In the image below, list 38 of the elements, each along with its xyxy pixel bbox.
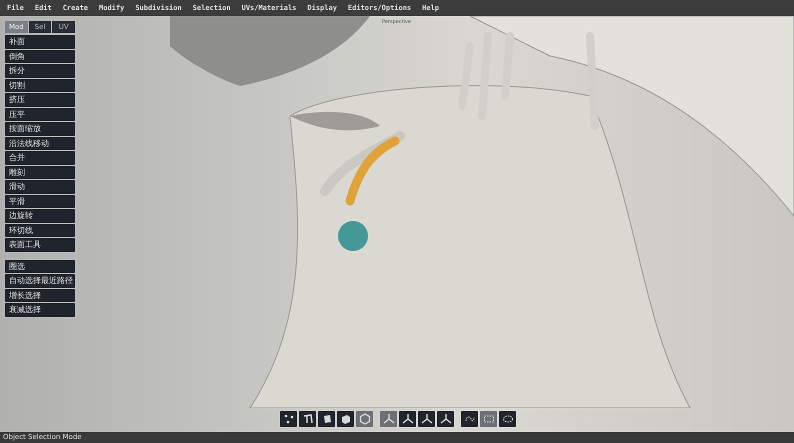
tool-button[interactable]: 切割 <box>5 78 75 92</box>
tool-button[interactable]: 滑动 <box>5 180 75 194</box>
tool-button[interactable]: 圈选 <box>5 260 75 273</box>
vertices-icon <box>282 413 294 425</box>
toolbar-button[interactable] <box>280 411 297 427</box>
tool-button[interactable]: 雕刻 <box>5 166 75 179</box>
tool-button[interactable]: 增长选择 <box>5 288 75 302</box>
toolbar-button[interactable] <box>299 411 316 427</box>
toolbar-button[interactable] <box>399 411 416 427</box>
toolbar-button[interactable] <box>499 411 516 427</box>
tool-button[interactable]: 挤压 <box>5 93 75 106</box>
hexagon-icon <box>358 413 370 425</box>
tool-button[interactable]: 边旋转 <box>5 209 75 222</box>
tool-button[interactable]: 压平 <box>5 108 75 121</box>
toolbar-button[interactable] <box>337 411 354 427</box>
tool-button[interactable]: 自动选择最近路径 <box>5 274 75 288</box>
edges-icon <box>302 413 314 425</box>
tool-button[interactable]: 补面 <box>5 35 75 48</box>
toolbar-button[interactable] <box>318 411 335 427</box>
tool-button[interactable]: 沿法线移动 <box>5 136 75 150</box>
axis-icon <box>420 413 432 425</box>
ellipse-select-icon <box>502 413 514 425</box>
axis-icon <box>440 413 452 425</box>
tool-button[interactable]: 拆分 <box>5 64 75 78</box>
toolbar-button[interactable] <box>461 411 478 427</box>
tool-button[interactable]: 按面缩放 <box>5 122 75 136</box>
axis-icon <box>382 413 394 425</box>
cube-icon <box>340 413 352 425</box>
tool-button[interactable]: 衰减选择 <box>5 303 75 316</box>
toolbar-button[interactable] <box>418 411 435 427</box>
tool-button[interactable]: 环切线 <box>5 224 75 237</box>
tool-button[interactable]: 合并 <box>5 151 75 164</box>
tool-button[interactable]: 倒角 <box>5 50 75 63</box>
tool-button[interactable]: 平滑 <box>5 194 75 208</box>
axis-icon <box>402 413 414 425</box>
rectangle-select-icon <box>482 413 494 425</box>
toolbar-button[interactable] <box>437 411 454 427</box>
tool-button[interactable]: 表面工具 <box>5 238 75 252</box>
